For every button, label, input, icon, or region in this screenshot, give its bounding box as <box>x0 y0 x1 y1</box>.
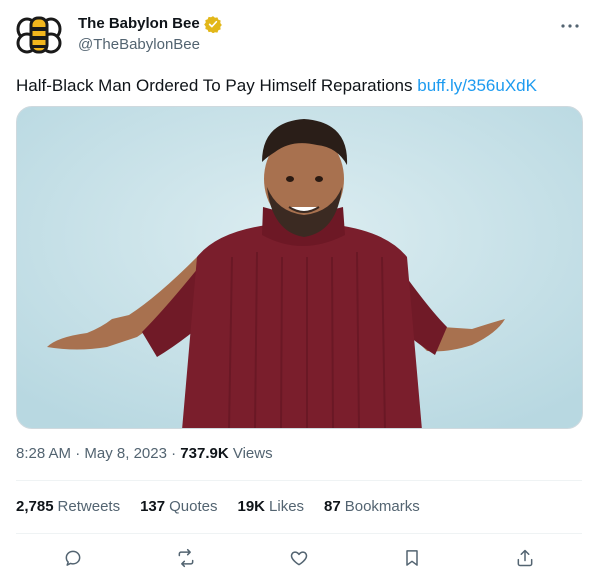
tweet-stats: 2,785 Retweets 137 Quotes 19K Likes 87 Bookm… <box>16 497 420 517</box>
views-label: Views <box>228 445 273 462</box>
divider <box>16 480 582 481</box>
bookmarks-label: Bookmarks <box>344 498 420 515</box>
tweet-date[interactable]: May 8, 2023 <box>84 445 167 462</box>
likes-count: 19K <box>237 498 266 515</box>
tweet-meta: 8:28 AM · May 8, 2023 · 737.9K Views <box>16 444 273 464</box>
author-name-text[interactable]: The Babylon Bee <box>78 14 200 34</box>
tweet-header: The Babylon Bee @TheBabylonBee <box>16 12 582 60</box>
tweet-media-image[interactable] <box>16 106 583 429</box>
retweets-stat[interactable]: 2,785 Retweets <box>16 497 120 517</box>
author-display-name[interactable]: The Babylon Bee <box>78 14 222 34</box>
quotes-stat[interactable]: 137 Quotes <box>140 497 217 517</box>
retweets-label: Retweets <box>57 498 121 515</box>
author-block: The Babylon Bee @TheBabylonBee <box>78 14 222 55</box>
retweets-count: 2,785 <box>16 498 54 515</box>
tweet-text: Half-Black Man Ordered To Pay Himself Re… <box>16 74 582 98</box>
tweet-actions <box>16 540 582 576</box>
verified-badge-icon <box>203 15 222 34</box>
likes-stat[interactable]: 19K Likes <box>237 497 304 517</box>
quotes-count: 137 <box>140 498 166 515</box>
tweet-time[interactable]: 8:28 AM <box>16 445 71 462</box>
bookmarks-count: 87 <box>324 498 341 515</box>
reply-icon[interactable] <box>55 540 91 576</box>
divider <box>16 533 582 534</box>
author-handle[interactable]: @TheBabylonBee <box>78 35 222 55</box>
quotes-label: Quotes <box>169 498 218 515</box>
bookmark-icon[interactable] <box>394 540 430 576</box>
bookmarks-stat[interactable]: 87 Bookmarks <box>324 497 420 517</box>
likes-label: Likes <box>269 498 305 515</box>
tweet-body: Half-Black Man Ordered To Pay Himself Re… <box>16 76 418 95</box>
tweet-link[interactable]: buff.ly/356uXdK <box>417 76 537 95</box>
share-icon[interactable] <box>507 540 543 576</box>
like-icon[interactable] <box>281 540 317 576</box>
views-count: 737.9K <box>180 445 229 462</box>
retweet-icon[interactable] <box>168 540 204 576</box>
meta-separator: · <box>71 445 85 462</box>
meta-separator: · <box>166 445 181 462</box>
more-options-icon[interactable] <box>558 14 582 38</box>
bee-logo-icon[interactable] <box>16 12 62 58</box>
